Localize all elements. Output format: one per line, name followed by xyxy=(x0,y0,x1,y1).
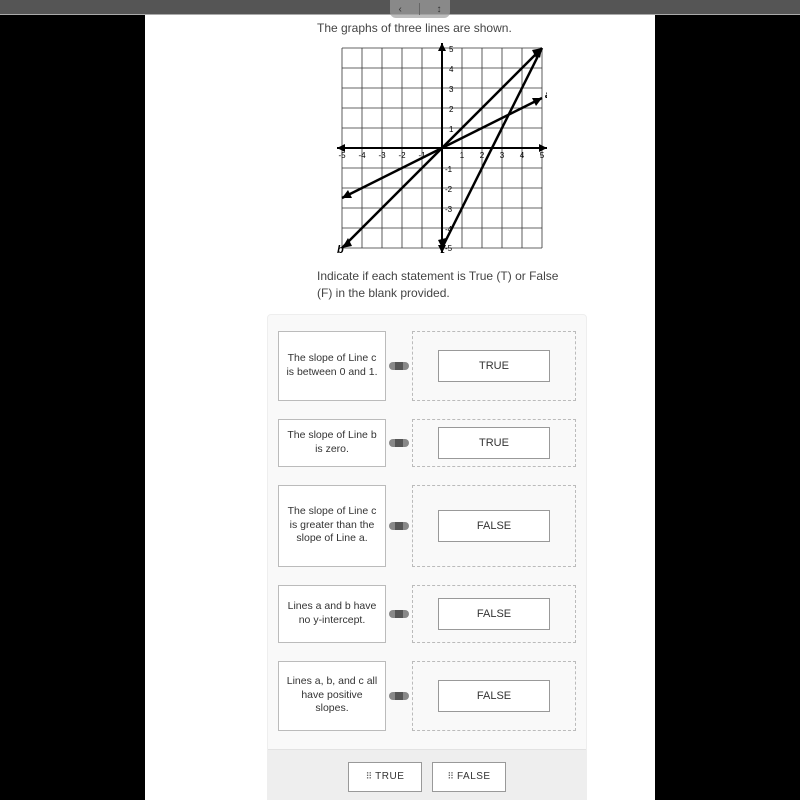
connector-knob[interactable] xyxy=(386,362,412,370)
svg-text:-3: -3 xyxy=(445,205,453,214)
svg-text:4: 4 xyxy=(520,151,525,160)
svg-text:-5: -5 xyxy=(338,151,346,160)
connector-knob[interactable] xyxy=(386,439,412,447)
instruction-text: Indicate if each statement is True (T) o… xyxy=(317,268,577,302)
content-area: The graphs of three lines are shown. xyxy=(0,15,800,800)
statement-box: Lines a, b, and c all have positive slop… xyxy=(278,661,386,731)
document-page: The graphs of three lines are shown. xyxy=(145,15,655,800)
answer-drop-zone[interactable]: FALSE xyxy=(412,585,576,643)
chip-source-bar: TRUE FALSE xyxy=(268,749,586,800)
statement-row: Lines a and b have no y-intercept. FALSE xyxy=(278,585,576,643)
intro-text: The graphs of three lines are shown. xyxy=(317,21,633,35)
nav-resize-icon[interactable]: ↕ xyxy=(437,4,442,15)
answer-chip[interactable]: FALSE xyxy=(438,510,550,542)
nav-left-icon[interactable]: ‹ xyxy=(398,4,401,15)
statement-row: Lines a, b, and c all have positive slop… xyxy=(278,661,576,731)
statement-box: Lines a and b have no y-intercept. xyxy=(278,585,386,643)
answer-chip[interactable]: FALSE xyxy=(438,680,550,712)
answer-chip[interactable]: TRUE xyxy=(438,350,550,382)
svg-text:c: c xyxy=(439,249,445,253)
svg-text:1: 1 xyxy=(449,125,454,134)
statement-row: The slope of Line c is greater than the … xyxy=(278,485,576,567)
connector-knob[interactable] xyxy=(386,522,412,530)
connector-knob[interactable] xyxy=(386,692,412,700)
match-panel: The slope of Line c is between 0 and 1. … xyxy=(267,314,587,800)
statement-box: The slope of Line b is zero. xyxy=(278,419,386,467)
svg-text:a: a xyxy=(545,89,547,101)
answer-drop-zone[interactable]: TRUE xyxy=(412,331,576,401)
svg-text:-3: -3 xyxy=(378,151,386,160)
statement-row: The slope of Line b is zero. TRUE xyxy=(278,419,576,467)
statement-row: The slope of Line c is between 0 and 1. … xyxy=(278,331,576,401)
answer-chip[interactable]: FALSE xyxy=(438,598,550,630)
answer-drop-zone[interactable]: FALSE xyxy=(412,661,576,731)
svg-text:b: b xyxy=(337,244,344,253)
svg-text:5: 5 xyxy=(449,45,454,54)
svg-text:4: 4 xyxy=(449,65,454,74)
answer-chip[interactable]: TRUE xyxy=(438,427,550,459)
svg-text:2: 2 xyxy=(449,105,454,114)
svg-text:-1: -1 xyxy=(445,165,453,174)
answer-drop-zone[interactable]: FALSE xyxy=(412,485,576,567)
answer-drop-zone[interactable]: TRUE xyxy=(412,419,576,467)
true-chip[interactable]: TRUE xyxy=(348,762,422,792)
connector-knob[interactable] xyxy=(386,610,412,618)
svg-text:-2: -2 xyxy=(398,151,406,160)
coordinate-graph: -5 -4 -3 -2 -1 1 2 3 4 5 5 4 3 2 xyxy=(337,43,633,258)
svg-text:3: 3 xyxy=(449,85,454,94)
nav-widget[interactable]: ‹ ↕ xyxy=(390,0,450,18)
svg-text:1: 1 xyxy=(460,151,465,160)
svg-text:-2: -2 xyxy=(445,185,453,194)
svg-text:5: 5 xyxy=(540,151,545,160)
svg-text:-4: -4 xyxy=(358,151,366,160)
svg-text:-5: -5 xyxy=(445,244,453,253)
statement-box: The slope of Line c is between 0 and 1. xyxy=(278,331,386,401)
svg-text:2: 2 xyxy=(480,151,485,160)
statement-box: The slope of Line c is greater than the … xyxy=(278,485,386,567)
nav-divider xyxy=(419,3,420,15)
false-chip[interactable]: FALSE xyxy=(432,762,506,792)
svg-text:3: 3 xyxy=(500,151,505,160)
